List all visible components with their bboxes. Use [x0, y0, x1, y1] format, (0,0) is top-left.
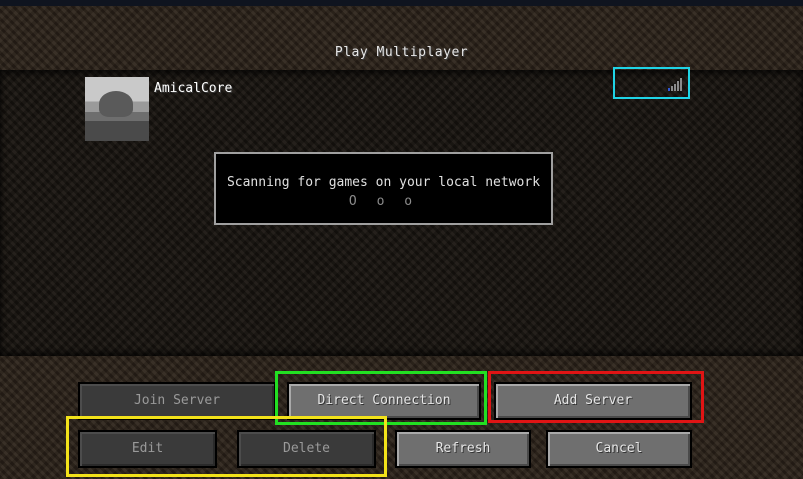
edit-button[interactable]: Edit	[78, 430, 217, 468]
server-name: AmicalCore	[154, 81, 233, 96]
lan-scan-progress: O o o	[348, 194, 419, 209]
top-strip	[0, 0, 803, 6]
refresh-button[interactable]: Refresh	[395, 430, 531, 468]
lan-scan-message: Scanning for games on your local network	[226, 175, 541, 190]
ping-signal-icon	[668, 78, 682, 91]
server-icon-tree	[99, 91, 133, 117]
server-icon	[85, 77, 149, 141]
add-server-button[interactable]: Add Server	[494, 382, 692, 420]
delete-button[interactable]: Delete	[237, 430, 376, 468]
server-entry[interactable]: AmicalCore	[85, 77, 695, 141]
cancel-button[interactable]: Cancel	[546, 430, 692, 468]
page-title: Play Multiplayer	[334, 45, 469, 60]
server-icon-ground	[85, 121, 149, 141]
lan-scan-panel: Scanning for games on your local network…	[214, 152, 553, 225]
direct-connection-button[interactable]: Direct Connection	[287, 382, 481, 420]
join-server-button[interactable]: Join Server	[78, 382, 276, 420]
ping-highlight	[613, 67, 690, 99]
